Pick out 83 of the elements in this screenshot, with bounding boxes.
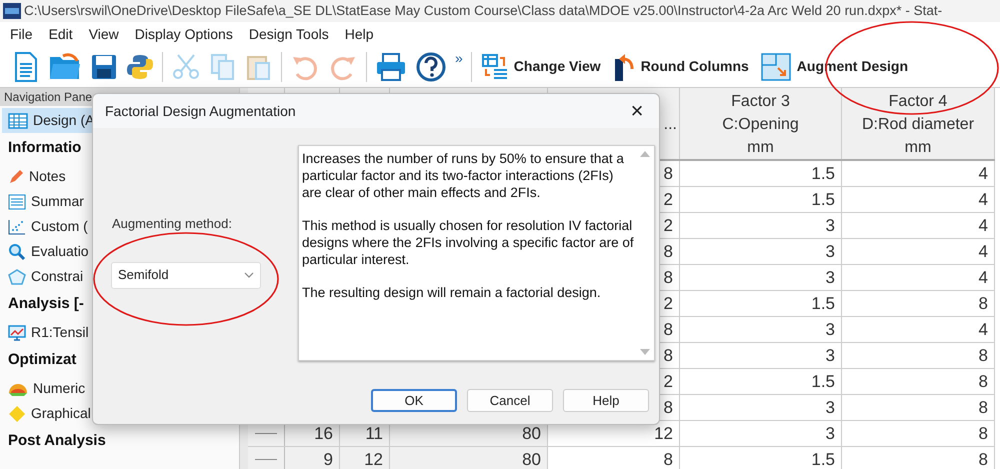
copy-icon[interactable] xyxy=(210,52,236,80)
column-header[interactable]: Factor 3 C:Opening mm xyxy=(722,88,799,159)
table-cell: 4 xyxy=(842,187,995,212)
table-cell: 8 xyxy=(842,395,995,420)
table-cell: 8 xyxy=(842,369,995,394)
table-cell: 8 xyxy=(842,421,995,446)
augment-icon xyxy=(760,52,791,80)
nav-item[interactable]: Notes xyxy=(8,164,70,189)
menu-item[interactable]: Display Options xyxy=(126,24,241,44)
menu-item[interactable]: Help xyxy=(336,24,382,44)
table-cell: 3 xyxy=(680,265,842,290)
column-header[interactable]: Factor 4 D:Rod diameter mm xyxy=(862,88,974,159)
close-button[interactable]: × xyxy=(623,98,651,124)
help-icon[interactable] xyxy=(416,52,446,82)
table-cell: 9 xyxy=(285,447,340,469)
python-icon[interactable] xyxy=(127,54,153,80)
diamond-icon xyxy=(8,404,26,422)
printer-icon[interactable] xyxy=(376,52,406,80)
row-header[interactable] xyxy=(248,447,285,469)
nav-item[interactable]: Graphical xyxy=(8,401,95,426)
toolbar-button[interactable]: Change View xyxy=(476,50,607,84)
chevron-down-icon xyxy=(244,272,254,278)
scroll-up-icon[interactable] xyxy=(640,151,650,157)
table-cell: 1.5 xyxy=(680,291,842,316)
table-cell: 1.5 xyxy=(680,447,842,469)
table-cell: 1.5 xyxy=(680,161,842,186)
window-title: C:\Users\rswil\OneDrive\Desktop FileSafe\a_SE DL\StatEase May Custom Course\Class data\MDOE v25.00\Instructor\4-2a Arc Weld 20 run.dxpx* - Stat- xyxy=(24,2,942,20)
table-cell: 4 xyxy=(842,317,995,342)
scissors-icon[interactable] xyxy=(172,52,200,80)
section-heading: Informatio xyxy=(8,138,82,158)
monitor-chart-icon xyxy=(8,324,26,340)
overflow-chevron[interactable]: » xyxy=(455,48,463,69)
column-arrow-icon xyxy=(612,52,635,80)
field-label: Augmenting method: xyxy=(112,215,233,233)
table-cell: 1.5 xyxy=(680,369,842,394)
list-icon xyxy=(8,194,26,210)
pentagon-icon xyxy=(8,268,26,284)
nav-item[interactable]: Summar xyxy=(8,189,88,214)
section-heading: Optimizat xyxy=(8,350,78,370)
table-cell: 3 xyxy=(680,421,842,446)
table-cell: 1.5 xyxy=(680,187,842,212)
table-cell: 8 xyxy=(548,447,680,469)
dialog-button[interactable]: OK xyxy=(371,389,457,412)
nav-item[interactable]: Numeric xyxy=(8,376,90,401)
table-cell: 12 xyxy=(340,447,390,469)
section-heading: Post Analysis xyxy=(8,431,107,452)
magnifier-icon xyxy=(8,244,26,260)
menu-item[interactable]: View xyxy=(80,24,127,44)
open-folder-icon[interactable] xyxy=(49,52,81,80)
nav-item[interactable]: Evaluatio xyxy=(8,239,93,264)
table-icon xyxy=(8,112,28,128)
dialog-button[interactable]: Cancel xyxy=(467,389,553,412)
table-cell: 4 xyxy=(842,239,995,264)
method-dropdown[interactable]: Semifold xyxy=(111,262,261,288)
pencil-icon xyxy=(8,168,24,184)
table-cell: 4 xyxy=(842,265,995,290)
table-arrows-icon xyxy=(482,54,508,80)
section-heading: Analysis [- xyxy=(8,294,85,314)
nav-item[interactable]: R1:Tensil xyxy=(8,320,93,345)
menu-item[interactable]: Design Tools xyxy=(240,24,337,44)
table-cell: 3 xyxy=(680,317,842,342)
app-icon xyxy=(3,3,21,19)
nav-item[interactable]: Constrai xyxy=(8,264,88,289)
toolbar-button[interactable]: Round Columns xyxy=(606,50,755,84)
table-cell: 80 xyxy=(390,447,548,469)
column-header[interactable]: ... xyxy=(664,111,679,136)
table-cell: 8 xyxy=(842,291,995,316)
scatter-chart-icon xyxy=(8,218,26,234)
table-cell: 4 xyxy=(842,213,995,238)
new-file-icon[interactable] xyxy=(13,52,39,82)
menu-item[interactable]: Edit xyxy=(40,24,81,44)
table-cell: 3 xyxy=(680,213,842,238)
menu-item[interactable]: File xyxy=(2,24,41,44)
table-cell: 4 xyxy=(842,161,995,186)
table-cell: 3 xyxy=(680,343,842,368)
table-cell: 8 xyxy=(842,447,995,469)
table-cell: 3 xyxy=(680,239,842,264)
nav-item[interactable]: Custom ( xyxy=(8,214,92,239)
table-cell: 8 xyxy=(842,343,995,368)
save-icon[interactable] xyxy=(91,54,117,80)
scroll-down-icon[interactable] xyxy=(640,349,650,355)
dialog-button[interactable]: Help xyxy=(563,389,649,412)
table-cell: 3 xyxy=(680,395,842,420)
